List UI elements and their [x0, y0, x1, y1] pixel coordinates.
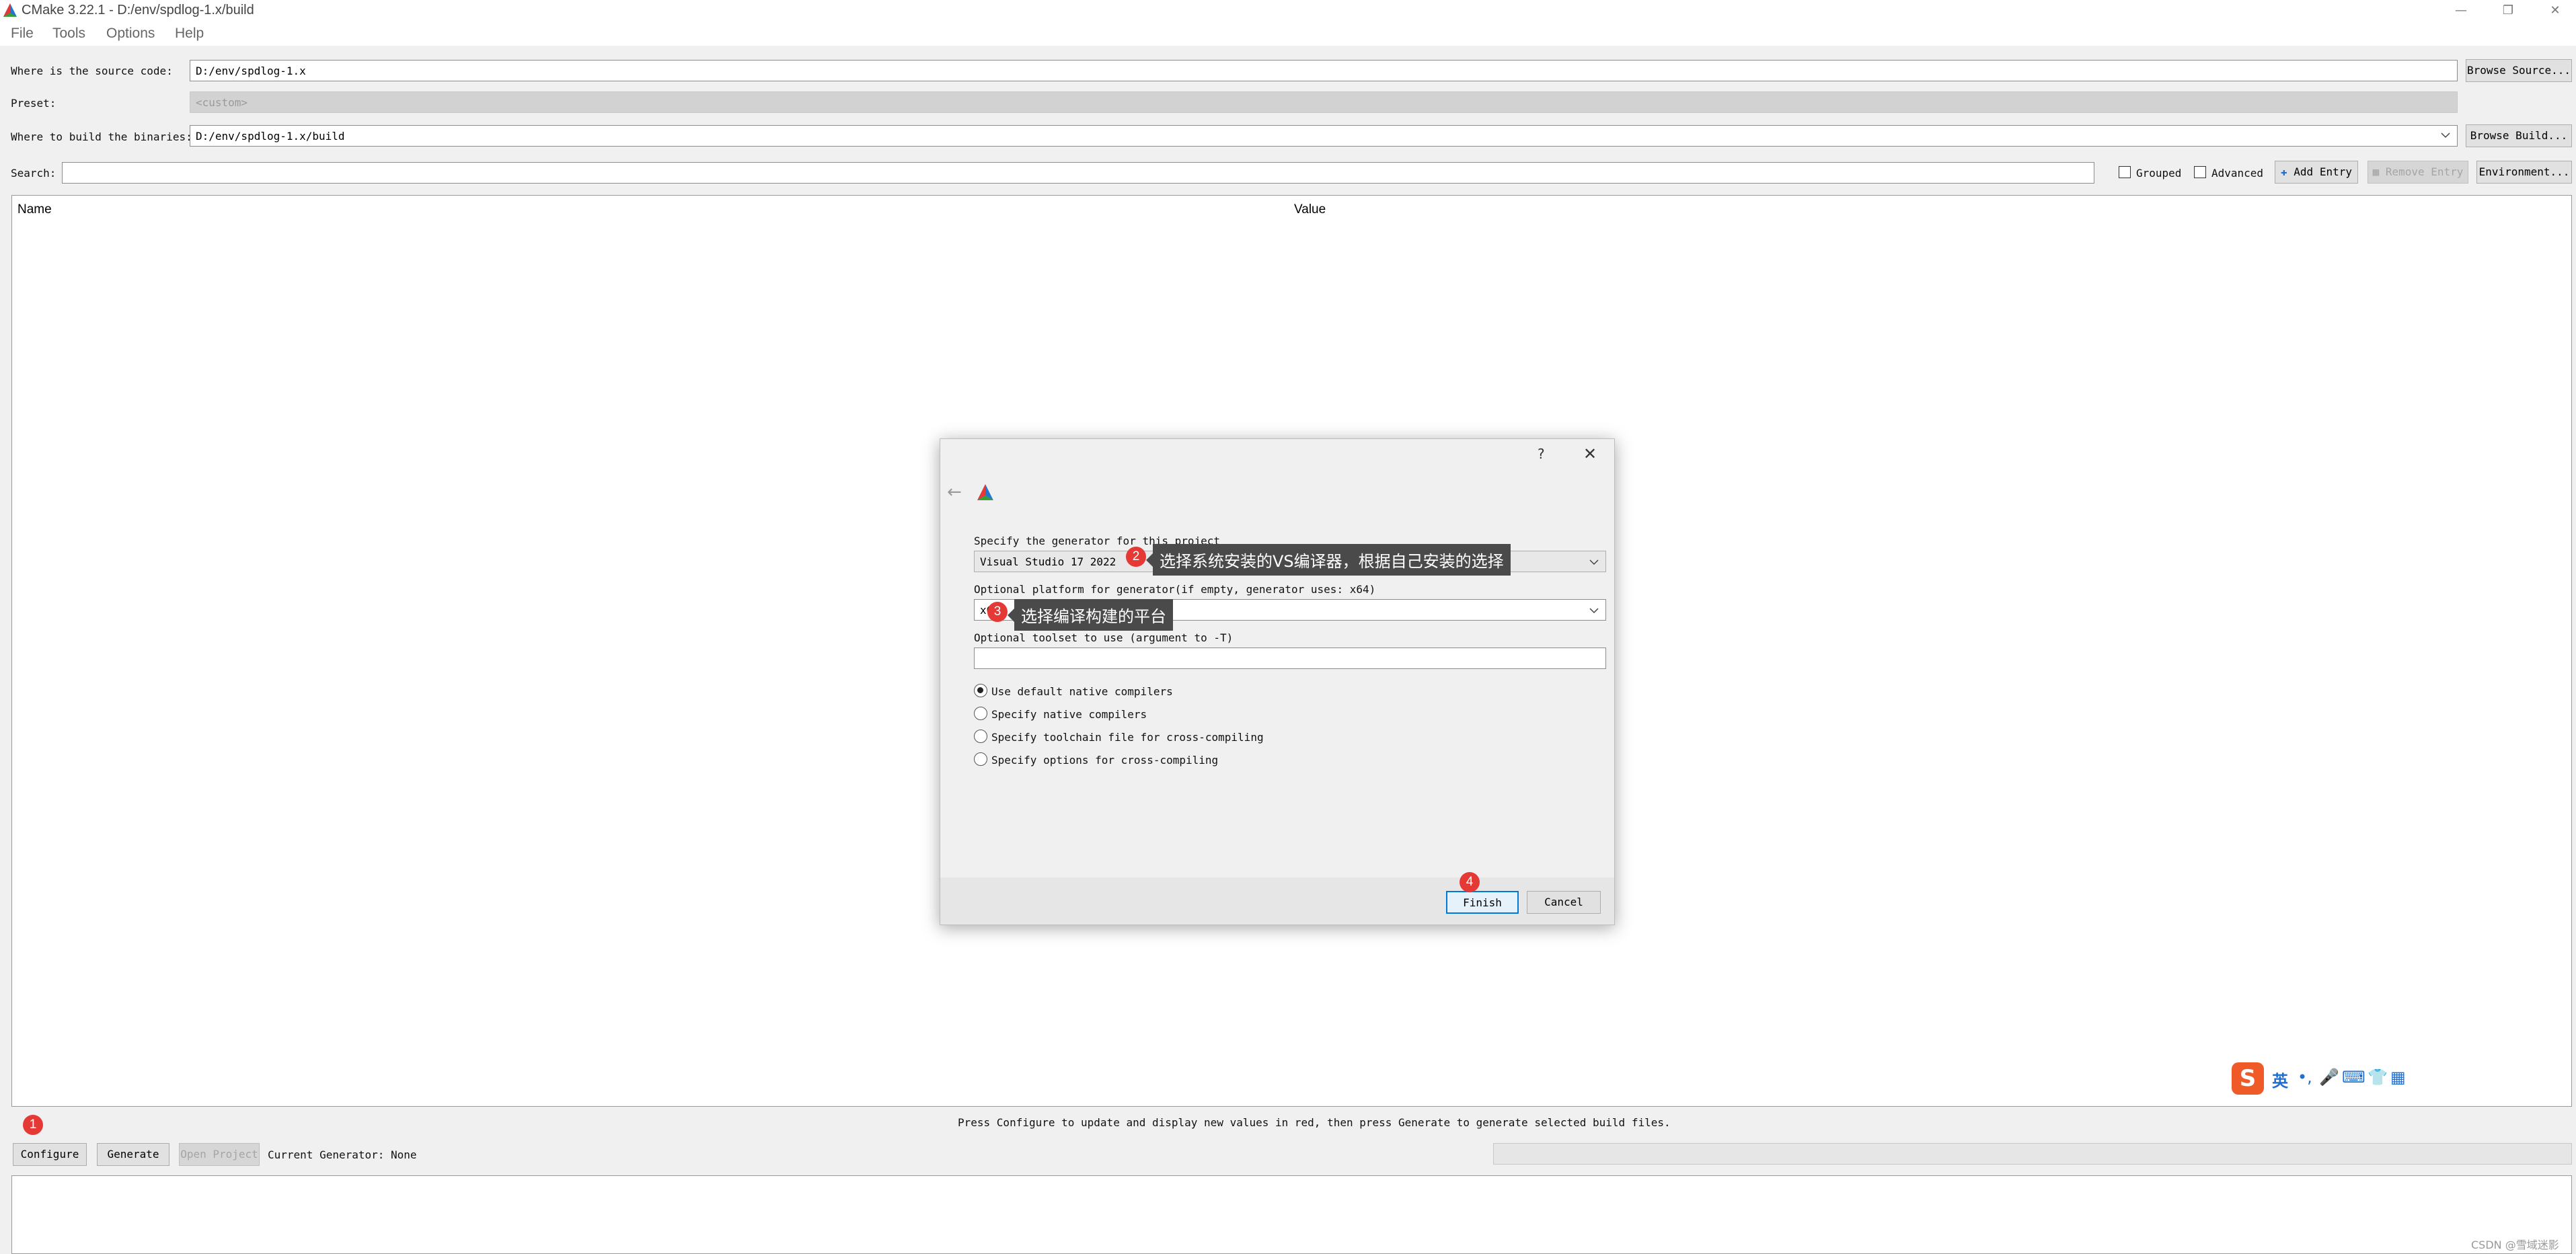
- generator-dialog: ? ✕ ← Specify the generator for this pro…: [940, 438, 1615, 925]
- configure-button[interactable]: Configure: [13, 1143, 87, 1166]
- cmake-logo-icon: [3, 3, 17, 17]
- grouped-label: Grouped: [2136, 167, 2182, 180]
- dialog-close-icon[interactable]: ✕: [1583, 444, 1597, 463]
- cmake-logo-icon: [977, 484, 993, 500]
- browse-build-button[interactable]: Browse Build...: [2466, 124, 2572, 147]
- dialog-footer: Finish Cancel: [940, 877, 1614, 925]
- preset-label: Preset:: [11, 97, 56, 110]
- preset-select: <custom>: [190, 91, 2458, 113]
- chevron-down-icon[interactable]: [1589, 607, 1599, 615]
- minimize-icon[interactable]: —: [2446, 0, 2476, 22]
- build-path-input[interactable]: D:/env/spdlog-1.x/build: [190, 125, 2458, 147]
- radio-toolchain-file[interactable]: [974, 730, 987, 743]
- column-value[interactable]: Value: [1294, 202, 1326, 217]
- step-badge-2: 2: [1126, 547, 1146, 567]
- source-label: Where is the source code:: [11, 65, 173, 77]
- punctuation-icon[interactable]: •,: [2298, 1068, 2312, 1087]
- watermark: CSDN @雪域迷影: [2471, 1239, 2559, 1251]
- toolset-label: Optional toolset to use (argument to -T): [974, 631, 1234, 644]
- menu-tools[interactable]: Tools: [52, 26, 85, 42]
- remove-entry-label: Remove Entry: [2385, 165, 2464, 178]
- grouped-checkbox[interactable]: [2119, 166, 2131, 178]
- radio-default-compilers-label: Use default native compilers: [991, 685, 1173, 698]
- keyboard-icon[interactable]: ⌨: [2342, 1068, 2365, 1087]
- menu-help[interactable]: Help: [175, 26, 204, 42]
- title-bar: CMake 3.22.1 - D:/env/spdlog-1.x/build —…: [0, 0, 2576, 22]
- remove-icon: ▦: [2372, 165, 2380, 178]
- window-title: CMake 3.22.1 - D:/env/spdlog-1.x/build: [22, 3, 254, 17]
- add-entry-button[interactable]: ✚ Add Entry: [2275, 161, 2358, 184]
- step-badge-3: 3: [987, 602, 1008, 622]
- remove-entry-button: ▦ Remove Entry: [2367, 161, 2468, 184]
- ime-lang-toggle[interactable]: 英: [2272, 1068, 2288, 1091]
- advanced-label: Advanced: [2211, 167, 2264, 180]
- toolbox-icon[interactable]: ▦: [2390, 1068, 2406, 1087]
- search-input[interactable]: [62, 162, 2094, 184]
- close-icon[interactable]: ✕: [2540, 0, 2571, 22]
- radio-native-compilers[interactable]: [974, 707, 987, 720]
- skin-icon[interactable]: 👕: [2367, 1068, 2388, 1087]
- output-log[interactable]: [11, 1175, 2572, 1254]
- menu-options[interactable]: Options: [106, 26, 155, 42]
- finish-button[interactable]: Finish: [1446, 891, 1519, 914]
- toolset-input[interactable]: [974, 648, 1606, 669]
- radio-toolchain-file-label: Specify toolchain file for cross-compili…: [991, 731, 1264, 744]
- platform-label: Optional platform for generator(if empty…: [974, 583, 1376, 596]
- status-message: Press Configure to update and display ne…: [958, 1116, 1671, 1129]
- chevron-down-icon[interactable]: [2440, 132, 2451, 140]
- menu-bar: File Tools Options Help: [0, 22, 2576, 46]
- sogou-logo-icon[interactable]: S: [2232, 1062, 2264, 1095]
- platform-tooltip: 选择编译构建的平台: [1008, 599, 1173, 631]
- generator-tooltip: 选择系统安装的VS编译器，根据自己安装的选择: [1146, 544, 1511, 576]
- browse-source-button[interactable]: Browse Source...: [2466, 59, 2572, 82]
- plus-icon: ✚: [2281, 165, 2287, 178]
- chevron-down-icon[interactable]: [1589, 559, 1599, 567]
- help-icon[interactable]: ?: [1538, 446, 1545, 462]
- open-project-button: Open Project: [179, 1143, 260, 1166]
- menu-file[interactable]: File: [11, 26, 34, 42]
- search-label: Search:: [11, 167, 56, 180]
- cancel-button[interactable]: Cancel: [1527, 891, 1601, 914]
- radio-cross-compiling-options[interactable]: [974, 752, 987, 766]
- back-arrow-icon[interactable]: ←: [947, 482, 962, 502]
- step-badge-1: 1: [23, 1115, 43, 1135]
- current-generator-label: Current Generator: None: [268, 1148, 417, 1161]
- microphone-icon[interactable]: 🎤: [2319, 1068, 2339, 1087]
- advanced-checkbox[interactable]: [2194, 166, 2206, 178]
- restore-icon[interactable]: ❐: [2493, 0, 2524, 22]
- add-entry-label: Add Entry: [2294, 165, 2352, 178]
- environment-button[interactable]: Environment...: [2476, 161, 2572, 184]
- ime-toolbar: S 英 •, 🎤 ⌨ 👕 ▦: [2232, 1061, 2415, 1096]
- step-badge-4: 4: [1460, 872, 1480, 892]
- source-path-input[interactable]: D:/env/spdlog-1.x: [190, 60, 2458, 81]
- build-label: Where to build the binaries:: [11, 130, 192, 143]
- radio-cross-compiling-options-label: Specify options for cross-compiling: [991, 754, 1219, 767]
- progress-bar: [1493, 1143, 2572, 1165]
- generate-button[interactable]: Generate: [97, 1143, 169, 1166]
- column-name[interactable]: Name: [17, 202, 52, 217]
- radio-default-compilers[interactable]: [974, 684, 987, 697]
- radio-native-compilers-label: Specify native compilers: [991, 708, 1147, 721]
